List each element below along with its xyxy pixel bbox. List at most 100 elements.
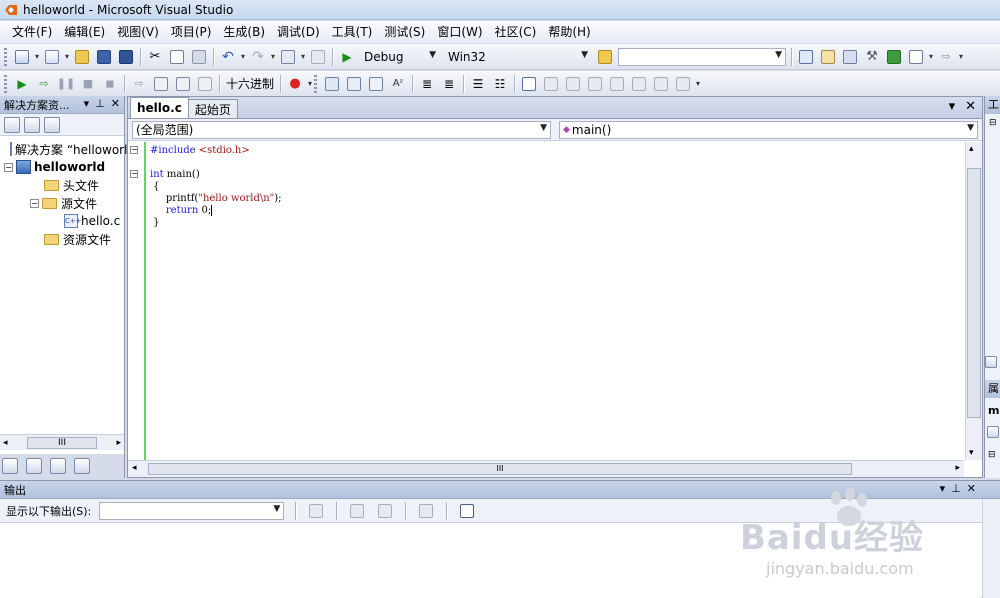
add-item-icon[interactable] xyxy=(42,47,62,67)
run-to-cursor-icon[interactable]: ⇨ xyxy=(34,74,54,94)
next-bookmark-folder-icon[interactable] xyxy=(607,74,627,94)
menu-test[interactable]: 测试(S) xyxy=(378,22,431,42)
object-browser-icon[interactable] xyxy=(840,47,860,67)
menu-debug[interactable]: 调试(D) xyxy=(271,22,326,42)
find-in-files-icon[interactable] xyxy=(595,47,615,67)
toolbar-icon[interactable] xyxy=(985,356,1000,370)
categorized-icon[interactable] xyxy=(987,426,999,441)
toolbox-header[interactable]: 工 xyxy=(985,96,1000,114)
properties-header[interactable]: 属 xyxy=(985,380,1000,398)
refresh-icon[interactable] xyxy=(44,116,60,133)
cut-icon[interactable]: ✂ xyxy=(145,47,165,67)
collapse-icon[interactable]: − xyxy=(4,162,13,172)
scroll-right-icon[interactable]: ▸ xyxy=(955,463,960,473)
chevron-down-icon[interactable]: ▾ xyxy=(299,52,307,61)
show-next-statement-icon[interactable]: ⇨ xyxy=(129,74,149,94)
indent-icon[interactable]: ≣ xyxy=(439,74,459,94)
previous-bookmark-folder-icon[interactable] xyxy=(585,74,605,94)
navigate-forward-icon[interactable] xyxy=(308,47,328,67)
find-combo[interactable]: ▼ xyxy=(618,47,786,66)
step-over-icon[interactable] xyxy=(173,74,193,94)
outdent-icon[interactable]: ≣ xyxy=(417,74,437,94)
command-window-icon[interactable] xyxy=(906,47,926,67)
hexadecimal-button[interactable]: 十六进制 xyxy=(223,75,277,92)
navigate-icon[interactable] xyxy=(278,47,298,67)
breakpoints-icon[interactable]: ● xyxy=(285,74,305,94)
expand-icon[interactable]: ⊟ xyxy=(985,118,1000,128)
scroll-up-icon[interactable]: ▴ xyxy=(969,144,974,154)
step-out-icon[interactable] xyxy=(195,74,215,94)
toolbar-grip[interactable] xyxy=(314,74,318,93)
find-message-icon[interactable] xyxy=(306,501,326,521)
menu-help[interactable]: 帮助(H) xyxy=(542,22,596,42)
redo-icon[interactable]: ↷ xyxy=(248,47,268,67)
stop-icon[interactable]: ■ xyxy=(78,74,98,94)
bookmark-icon[interactable] xyxy=(519,74,539,94)
text-editor-icon[interactable] xyxy=(322,74,342,94)
show-all-files-icon[interactable] xyxy=(24,116,40,133)
uncomment-icon[interactable]: ☷ xyxy=(490,74,510,94)
fold-collapse-icon[interactable]: − xyxy=(130,170,138,178)
resource-view-tab-icon[interactable] xyxy=(74,458,90,474)
copy-icon[interactable] xyxy=(167,47,187,67)
clear-all-icon[interactable] xyxy=(416,501,436,521)
next-bookmark-icon[interactable] xyxy=(563,74,583,94)
solution-platform-combo[interactable]: Win32 ▼ xyxy=(444,48,592,66)
menu-edit[interactable]: 编辑(E) xyxy=(58,22,111,42)
open-folder-icon[interactable] xyxy=(72,47,92,67)
restart-icon[interactable]: ◼ xyxy=(100,74,120,94)
run-icon[interactable]: ⇨ xyxy=(936,47,956,67)
output-vscrollbar[interactable] xyxy=(982,499,1000,598)
close-icon[interactable]: ✕ xyxy=(111,97,120,110)
chevron-down-icon[interactable]: ▾ xyxy=(239,52,247,61)
toolbox-icon[interactable]: ⚒ xyxy=(862,47,882,67)
expand-icon[interactable]: ⊟ xyxy=(985,450,996,460)
previous-bookmark-document-icon[interactable] xyxy=(629,74,649,94)
member-combo[interactable]: ◆ main() ▼ xyxy=(559,120,978,139)
chevron-down-icon[interactable]: ▾ xyxy=(949,99,956,114)
code-vscrollbar[interactable]: ▴ ▾ xyxy=(965,142,982,460)
menu-community[interactable]: 社区(C) xyxy=(489,22,543,42)
solution-explorer-icon[interactable] xyxy=(796,47,816,67)
comment-icon[interactable]: ☰ xyxy=(468,74,488,94)
scope-combo[interactable]: (全局范围) ▼ xyxy=(132,120,551,139)
solution-explorer-hscrollbar[interactable]: ◂ III ▸ xyxy=(0,434,124,450)
properties-icon[interactable] xyxy=(4,116,20,133)
new-project-icon[interactable] xyxy=(12,47,32,67)
tree-item-header-files[interactable]: 头文件 xyxy=(0,176,124,194)
solution-configuration-combo[interactable]: Debug ▼ xyxy=(360,48,440,66)
word-wrap-icon[interactable] xyxy=(457,501,477,521)
scroll-down-icon[interactable]: ▾ xyxy=(969,448,974,458)
paste-icon[interactable] xyxy=(189,47,209,67)
save-icon[interactable] xyxy=(94,47,114,67)
next-message-icon[interactable] xyxy=(375,501,395,521)
save-all-icon[interactable] xyxy=(116,47,136,67)
menu-tools[interactable]: 工具(T) xyxy=(326,22,379,42)
start-page-icon[interactable] xyxy=(884,47,904,67)
pause-icon[interactable]: ❚❚ xyxy=(56,74,76,94)
toolbar-grip[interactable] xyxy=(4,74,7,93)
scroll-left-icon[interactable]: ◂ xyxy=(132,463,137,473)
previous-message-icon[interactable] xyxy=(347,501,367,521)
menu-project[interactable]: 项目(P) xyxy=(165,22,218,42)
tab-start-page[interactable]: 起始页 xyxy=(187,99,238,118)
scroll-left-icon[interactable]: ◂ xyxy=(3,438,8,448)
chevron-down-icon[interactable]: ▾ xyxy=(63,52,71,61)
chevron-down-icon[interactable]: ▾ xyxy=(269,52,277,61)
code-area[interactable]: − − #include <stdio.h> int main() { prin… xyxy=(128,142,964,460)
property-manager-tab-icon[interactable] xyxy=(50,458,66,474)
next-bookmark-document-icon[interactable] xyxy=(651,74,671,94)
chevron-down-icon[interactable]: ▾ xyxy=(694,79,702,88)
code-hscrollbar[interactable]: ◂ III ▸ xyxy=(128,460,964,477)
scroll-thumb[interactable] xyxy=(967,168,981,418)
close-icon[interactable]: ✕ xyxy=(965,99,976,114)
clear-bookmarks-icon[interactable] xyxy=(673,74,693,94)
menu-window[interactable]: 窗口(W) xyxy=(431,22,488,42)
class-view-tab-icon[interactable] xyxy=(26,458,42,474)
toolbar-grip[interactable] xyxy=(4,47,7,66)
properties-icon[interactable] xyxy=(818,47,838,67)
chevron-down-icon[interactable]: ▾ xyxy=(306,79,314,88)
previous-bookmark-icon[interactable] xyxy=(541,74,561,94)
chevron-down-icon[interactable]: ▾ xyxy=(84,97,90,110)
continue-icon[interactable]: ▶ xyxy=(12,74,32,94)
